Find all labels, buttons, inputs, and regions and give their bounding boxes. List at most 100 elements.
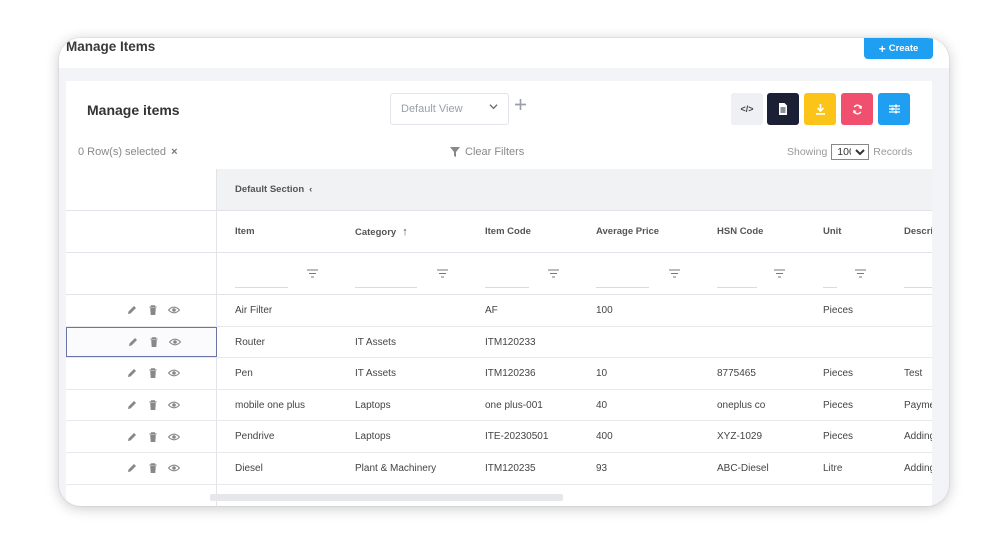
filter-menu-icon[interactable] xyxy=(548,269,559,278)
table-row[interactable]: Pendrive Laptops ITE-20230501 400 XYZ-10… xyxy=(66,421,932,453)
clear-filters-label: Clear Filters xyxy=(465,146,525,158)
delete-icon[interactable] xyxy=(147,431,159,443)
cell-average-price: 10 xyxy=(596,368,608,380)
chevron-down-icon xyxy=(489,102,498,114)
table-row[interactable]: Diesel Plant & Machinery ITM120235 93 AB… xyxy=(66,453,932,485)
item-code-filter-input[interactable] xyxy=(485,287,529,288)
hsn-code-filter-input[interactable] xyxy=(717,287,757,288)
table-row[interactable]: Pen IT Assets ITM120236 10 8775465 Piece… xyxy=(66,358,932,390)
category-filter-input[interactable] xyxy=(355,287,417,288)
card-title: Manage items xyxy=(87,102,180,118)
cell-item-code: ITM120235 xyxy=(485,463,536,474)
column-header-item[interactable]: Item xyxy=(235,226,255,237)
item-filter-input[interactable] xyxy=(235,287,288,288)
delete-icon[interactable] xyxy=(147,304,159,316)
edit-icon[interactable] xyxy=(126,431,138,443)
download-button[interactable] xyxy=(804,93,836,125)
add-view-button[interactable] xyxy=(515,97,526,115)
view-icon[interactable] xyxy=(168,431,180,443)
cell-item-code: ITM120236 xyxy=(485,368,536,380)
column-header-hsn-code[interactable]: HSN Code xyxy=(717,226,763,237)
column-header-average-price[interactable]: Average Price xyxy=(596,226,659,237)
section-label: Default Section xyxy=(235,184,305,195)
cell-category: IT Assets xyxy=(355,368,396,380)
items-table: Default Section ‹ Item Category ↑ Item Cod… xyxy=(66,169,932,506)
edit-icon[interactable] xyxy=(126,462,138,474)
edit-icon[interactable] xyxy=(126,399,138,411)
view-icon[interactable] xyxy=(168,399,180,411)
column-header-category-label: Category xyxy=(355,227,397,238)
cell-unit: Pieces xyxy=(823,368,854,380)
view-icon[interactable] xyxy=(168,462,180,474)
column-settings-button[interactable] xyxy=(878,93,910,125)
refresh-button[interactable] xyxy=(841,93,873,125)
cell-unit: Litre xyxy=(823,463,843,474)
filter-menu-icon[interactable] xyxy=(307,269,318,278)
filter-menu-icon[interactable] xyxy=(669,269,680,278)
cell-category: Plant & Machinery xyxy=(355,463,437,474)
code-icon: </> xyxy=(740,104,754,114)
sort-ascending-icon: ↑ xyxy=(402,226,408,238)
cell-hsn-code: 8775465 xyxy=(717,368,756,380)
column-header-item-code[interactable]: Item Code xyxy=(485,226,531,237)
cell-item-code: ITE-20230501 xyxy=(485,431,549,443)
column-header-row: Item Category ↑ Item Code Average Price H… xyxy=(217,211,932,253)
table-row[interactable]: mobile one plus Laptops one plus-001 40 … xyxy=(66,389,932,422)
sliders-icon xyxy=(888,104,900,114)
download-icon xyxy=(815,103,825,115)
delete-icon[interactable] xyxy=(147,399,159,411)
delete-icon[interactable] xyxy=(147,462,159,474)
records-per-page-select[interactable]: 100 xyxy=(831,144,870,160)
cell-item: Router xyxy=(235,336,266,348)
delete-icon[interactable] xyxy=(148,336,160,348)
clear-selection-icon[interactable]: × xyxy=(171,146,177,158)
cell-average-price: 40 xyxy=(596,399,608,411)
filter-row xyxy=(217,253,932,295)
view-icon[interactable] xyxy=(168,367,180,379)
cell-item: Pen xyxy=(235,368,253,380)
rows-selected-text: 0 Row(s) selected xyxy=(78,146,167,158)
description-filter-input[interactable] xyxy=(904,287,932,288)
cell-category: Laptops xyxy=(355,399,391,411)
view-icon[interactable] xyxy=(168,304,180,316)
edit-icon[interactable] xyxy=(126,367,138,379)
filter-menu-icon[interactable] xyxy=(437,269,448,278)
table-row[interactable]: Router IT Assets ITM120233 xyxy=(66,326,932,359)
section-bar: Default Section ‹ xyxy=(217,169,932,211)
cell-unit: Pieces xyxy=(823,305,854,316)
cell-description: Test xyxy=(904,368,923,380)
cell-description: Adding xyxy=(904,463,932,474)
column-header-category[interactable]: Category ↑ xyxy=(355,226,408,238)
chevron-left-icon: ‹ xyxy=(309,184,313,195)
view-select[interactable]: Default View xyxy=(390,93,509,125)
filter-menu-icon[interactable] xyxy=(855,269,866,278)
filter-menu-icon[interactable] xyxy=(774,269,785,278)
row-actions xyxy=(66,295,217,326)
manage-items-card: Manage items Default View </> 0 Row(s) s… xyxy=(66,81,932,506)
cell-hsn-code: oneplus co xyxy=(717,399,766,411)
table-row[interactable]: Air Filter AF 100 Pieces xyxy=(66,295,932,327)
cell-item: Pendrive xyxy=(235,431,275,443)
cell-average-price: 93 xyxy=(596,463,608,474)
cell-item: mobile one plus xyxy=(235,399,306,411)
unit-filter-input[interactable] xyxy=(823,287,837,288)
edit-icon[interactable] xyxy=(127,336,139,348)
column-header-description[interactable]: Descrip xyxy=(904,226,932,237)
cell-hsn-code: XYZ-1029 xyxy=(717,431,763,443)
average-price-filter-input[interactable] xyxy=(596,287,649,288)
section-toggle[interactable]: Default Section ‹ xyxy=(235,184,312,195)
plus-icon xyxy=(515,99,526,110)
create-button[interactable]: + Create xyxy=(864,38,933,59)
cell-hsn-code: ABC-Diesel xyxy=(717,463,769,474)
code-button[interactable]: </> xyxy=(731,93,763,125)
horizontal-scrollbar[interactable] xyxy=(210,494,563,501)
document-button[interactable] xyxy=(767,93,799,125)
row-actions xyxy=(66,358,217,389)
edit-icon[interactable] xyxy=(126,304,138,316)
cell-item-code: AF xyxy=(485,305,498,316)
column-header-unit[interactable]: Unit xyxy=(823,226,841,237)
delete-icon[interactable] xyxy=(147,367,159,379)
clear-filters-button[interactable]: Clear Filters xyxy=(450,146,524,158)
view-icon[interactable] xyxy=(168,336,181,348)
showing-label: Showing xyxy=(787,146,828,158)
